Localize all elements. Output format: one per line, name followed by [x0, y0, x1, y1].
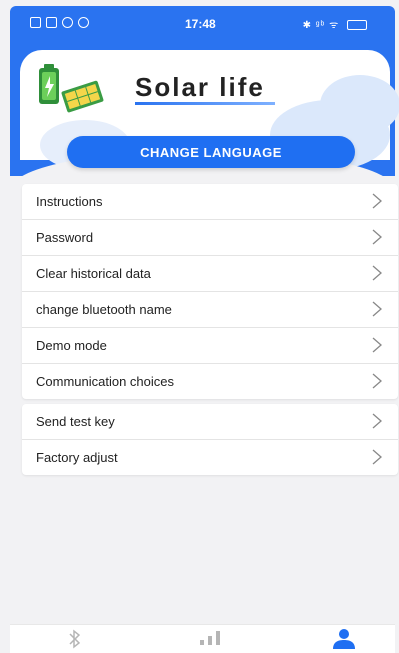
message-icon	[46, 17, 57, 28]
status-notification-icons	[30, 17, 89, 28]
status-indicators: ✱ ᵍᵇ ᯤ	[303, 17, 367, 31]
menu-item-label: Communication choices	[36, 374, 175, 389]
sync-icon	[78, 17, 89, 28]
notification-icon	[30, 17, 41, 28]
menu-item-send-test-key[interactable]: Send test key	[22, 404, 398, 440]
chevron-right-icon	[372, 229, 382, 245]
person-icon[interactable]	[332, 628, 356, 650]
chevron-right-icon	[372, 301, 382, 317]
bluetooth-icon[interactable]	[68, 629, 82, 649]
bottom-navigation	[10, 624, 395, 653]
menu-item-communication-choices[interactable]: Communication choices	[22, 364, 398, 399]
advanced-menu-group: Send test key Factory adjust	[22, 404, 398, 475]
solar-battery-logo-icon	[39, 64, 104, 113]
chevron-right-icon	[372, 413, 382, 429]
chevron-right-icon	[372, 265, 382, 281]
menu-item-demo-mode[interactable]: Demo mode	[22, 328, 398, 364]
menu-item-clear-historical-data[interactable]: Clear historical data	[22, 256, 398, 292]
change-language-button[interactable]: CHANGE LANGUAGE	[67, 136, 355, 168]
menu-item-label: Clear historical data	[36, 266, 151, 281]
chevron-right-icon	[372, 337, 382, 353]
menu-item-password[interactable]: Password	[22, 220, 398, 256]
cloud-decoration	[320, 75, 399, 135]
menu-item-label: Demo mode	[36, 338, 107, 353]
settings-menu-group: Instructions Password Clear historical d…	[22, 184, 398, 399]
battery-icon	[347, 20, 367, 31]
title-underline	[135, 102, 275, 105]
app-title: Solar life	[135, 72, 265, 102]
menu-item-label: Instructions	[36, 194, 103, 209]
menu-item-factory-adjust[interactable]: Factory adjust	[22, 440, 398, 475]
status-indicator-text: ✱ ᵍᵇ ᯤ	[302, 20, 340, 31]
menu-item-label: Send test key	[36, 414, 115, 429]
status-time: 17:48	[185, 17, 216, 31]
app-icon	[62, 17, 73, 28]
status-bar: 17:48 ✱ ᵍᵇ ᯤ	[10, 10, 395, 38]
chevron-right-icon	[372, 373, 382, 389]
menu-item-change-bluetooth-name[interactable]: change bluetooth name	[22, 292, 398, 328]
menu-item-label: Password	[36, 230, 94, 245]
menu-item-label: Factory adjust	[36, 450, 118, 465]
menu-item-instructions[interactable]: Instructions	[22, 184, 398, 220]
chevron-right-icon	[372, 193, 382, 209]
signal-bars-icon[interactable]	[198, 629, 222, 647]
menu-item-label: change bluetooth name	[36, 302, 172, 317]
chevron-right-icon	[372, 449, 382, 465]
